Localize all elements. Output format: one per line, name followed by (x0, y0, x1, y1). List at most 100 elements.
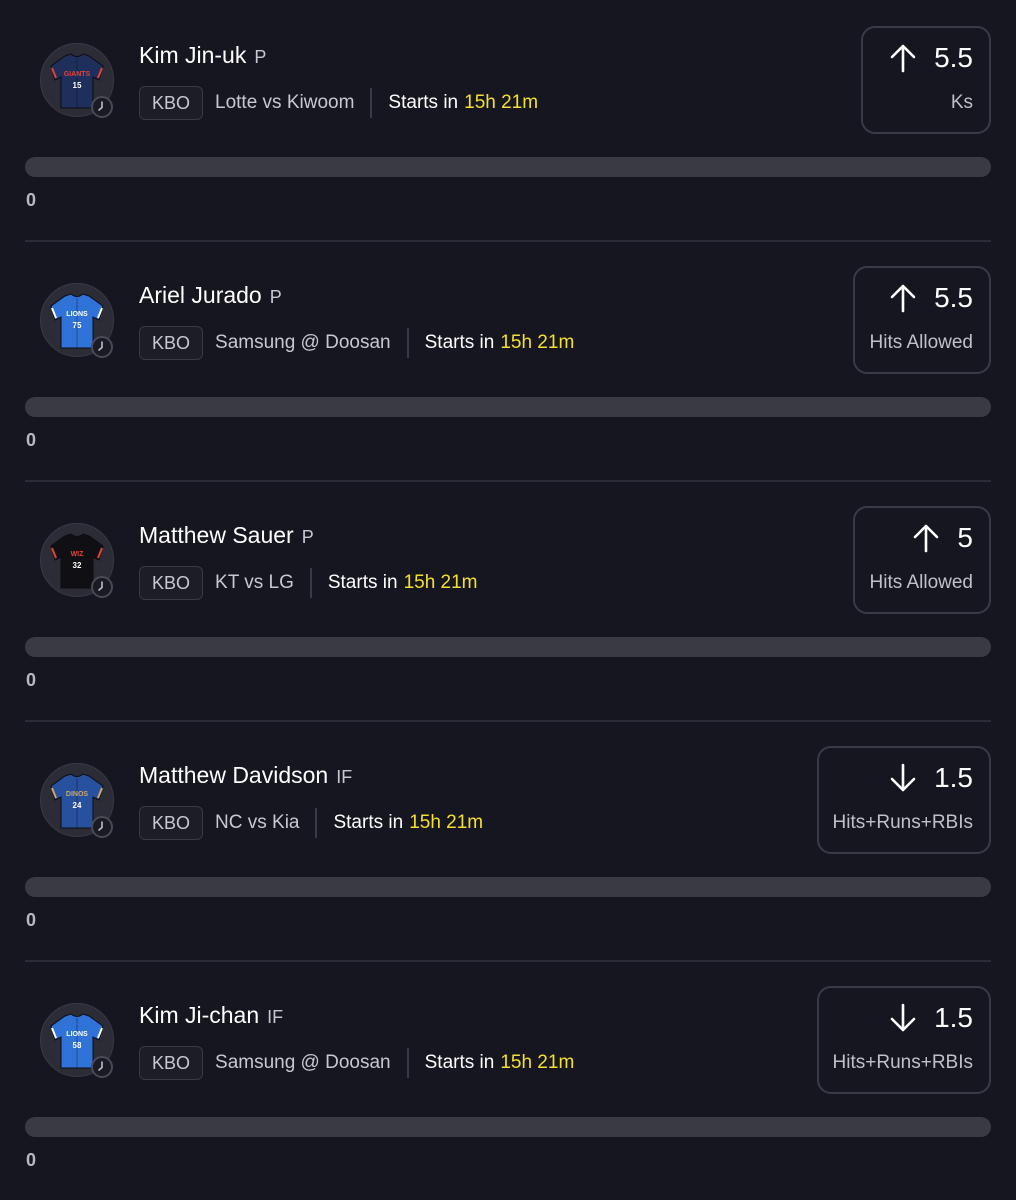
jersey-number-text: 32 (73, 561, 82, 570)
progress-value: 0 (26, 670, 37, 690)
starts-label: Starts in (424, 1052, 495, 1073)
stat-type-label: Hits+Runs+RBIs (832, 812, 973, 833)
stat-type-label: Hits Allowed (869, 332, 974, 353)
player-prop-card[interactable]: DINOS 24 Matthew Davidson IF KBO NC vs Kia Sta… (0, 720, 1016, 960)
jersey-number-text: 58 (73, 1041, 82, 1050)
projection-value: 1.5 (934, 1002, 973, 1033)
league-badge: KBO (139, 326, 204, 360)
matchup-text: Lotte vs Kiwoom (215, 92, 355, 113)
countdown-timer: 15h 21m (500, 1052, 575, 1073)
meta-separator (309, 568, 312, 598)
progress-bar (25, 877, 991, 897)
player-name[interactable]: Kim Jin-uk P (139, 42, 266, 69)
starts-label: Starts in (388, 92, 459, 113)
game-info: KBO Lotte vs Kiwoom Starts in 15h 21m (139, 85, 538, 121)
meta-separator (370, 88, 373, 118)
projection-line: 5.5 (890, 282, 973, 314)
countdown-timer: 15h 21m (409, 812, 484, 833)
game-info: KBO KT vs LG Starts in 15h 21m (139, 565, 478, 601)
projection-line: 1.5 (890, 762, 973, 794)
projection-button[interactable]: 5 Hits Allowed (853, 506, 991, 614)
row-divider (25, 720, 991, 722)
player-position: P (301, 527, 314, 547)
projection-button[interactable]: 1.5 Hits+Runs+RBIs (817, 986, 991, 1094)
player-prop-list: GIANTS 15 Kim Jin-uk P KBO Lotte vs Kiwoom Sta… (0, 0, 1016, 1200)
player-avatar: LIONS 75 (40, 283, 114, 358)
row-divider (25, 960, 991, 962)
player-prop-card[interactable]: LIONS 58 Kim Ji-chan IF KBO Samsung @ Doosan S… (0, 960, 1016, 1200)
projection-line: 1.5 (890, 1002, 973, 1034)
progress-bar (25, 157, 991, 177)
arrow-up-icon (914, 524, 939, 553)
projection-button[interactable]: 5.5 Ks (861, 26, 991, 134)
countdown-timer: 15h 21m (403, 572, 478, 593)
progress-value: 0 (26, 910, 37, 930)
projection-line: 5 (913, 522, 973, 554)
progress-bar (25, 397, 991, 417)
clock-icon (91, 336, 113, 358)
arrow-up-icon (890, 284, 916, 313)
player-name[interactable]: Ariel Jurado P (139, 282, 282, 309)
stat-type-label: Hits Allowed (869, 572, 974, 593)
progress-bar (25, 637, 991, 657)
player-name[interactable]: Matthew Davidson IF (139, 762, 352, 789)
starts-label: Starts in (424, 332, 495, 353)
projection-line: 5.5 (890, 42, 973, 74)
projection-button[interactable]: 5.5 Hits Allowed (853, 266, 991, 374)
projection-value: 1.5 (934, 762, 973, 793)
player-prop-card[interactable]: GIANTS 15 Kim Jin-uk P KBO Lotte vs Kiwoom Sta… (0, 0, 1016, 240)
matchup-text: Samsung @ Doosan (215, 332, 391, 353)
player-prop-card[interactable]: WIZ 32 Matthew Sauer P KBO KT vs LG Starts in 1… (0, 480, 1016, 720)
progress-value: 0 (26, 1150, 37, 1170)
player-position: IF (267, 1007, 284, 1027)
clock-icon (91, 576, 113, 598)
game-info: KBO NC vs Kia Starts in 15h 21m (139, 805, 483, 841)
jersey-number-text: 75 (73, 321, 82, 330)
projection-value: 5 (957, 522, 973, 553)
countdown-timer: 15h 21m (500, 332, 575, 353)
player-name-text: Matthew Sauer (139, 522, 294, 548)
matchup-text: Samsung @ Doosan (215, 1052, 391, 1073)
player-prop-card[interactable]: LIONS 75 Ariel Jurado P KBO Samsung @ Doosan S… (0, 240, 1016, 480)
game-info: KBO Samsung @ Doosan Starts in 15h 21m (139, 325, 574, 361)
player-name-text: Matthew Davidson (139, 762, 329, 788)
meta-separator (406, 1048, 409, 1078)
progress-bar (25, 1117, 991, 1137)
player-avatar: WIZ 32 (40, 523, 114, 598)
jersey-team-text: LIONS (66, 1031, 88, 1038)
player-avatar: GIANTS 15 (40, 43, 114, 118)
meta-separator (406, 328, 409, 358)
player-position: P (269, 287, 282, 307)
league-badge: KBO (139, 1046, 204, 1080)
player-position: P (254, 47, 267, 67)
meta-separator (315, 808, 318, 838)
player-name[interactable]: Kim Ji-chan IF (139, 1002, 283, 1029)
player-name[interactable]: Matthew Sauer P (139, 522, 314, 549)
arrow-down-icon (890, 1003, 916, 1032)
row-divider (25, 240, 991, 242)
jersey-team-text: WIZ (71, 551, 85, 558)
clock-icon (91, 1056, 113, 1078)
jersey-number-text: 24 (73, 801, 82, 810)
starts-label: Starts in (327, 572, 398, 593)
clock-icon (91, 816, 113, 838)
jersey-team-text: GIANTS (64, 71, 91, 78)
arrow-down-icon (890, 763, 916, 792)
league-badge: KBO (139, 566, 204, 600)
row-divider (25, 480, 991, 482)
player-name-text: Kim Jin-uk (139, 42, 247, 68)
starts-label: Starts in (333, 812, 404, 833)
player-avatar: DINOS 24 (40, 763, 114, 838)
projection-value: 5.5 (934, 42, 973, 73)
league-badge: KBO (139, 806, 204, 840)
progress-value: 0 (26, 190, 37, 210)
jersey-number-text: 15 (73, 81, 82, 90)
player-position: IF (336, 767, 353, 787)
jersey-team-text: DINOS (66, 791, 89, 798)
player-name-text: Ariel Jurado (139, 282, 262, 308)
league-badge: KBO (139, 86, 204, 120)
matchup-text: NC vs Kia (215, 812, 300, 833)
clock-icon (91, 96, 113, 118)
projection-button[interactable]: 1.5 Hits+Runs+RBIs (817, 746, 991, 854)
jersey-team-text: LIONS (66, 311, 88, 318)
